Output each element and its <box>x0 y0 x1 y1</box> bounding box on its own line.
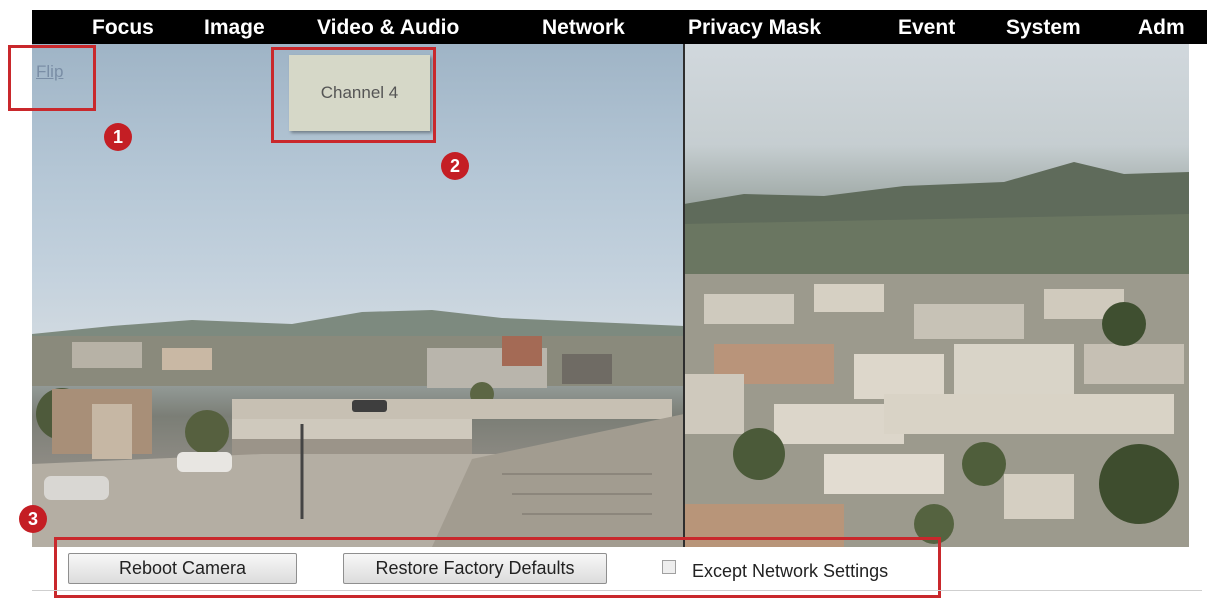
bottom-divider <box>32 590 1202 591</box>
restore-factory-defaults-label: Restore Factory Defaults <box>375 558 575 578</box>
callout-badge-3: 3 <box>19 505 47 533</box>
restore-factory-defaults-button[interactable]: Restore Factory Defaults <box>343 553 607 584</box>
reboot-camera-button[interactable]: Reboot Camera <box>68 553 297 584</box>
nav-item-admin[interactable]: Adm <box>1138 16 1185 40</box>
except-network-settings-checkbox[interactable] <box>662 560 676 574</box>
nav-item-event[interactable]: Event <box>898 16 955 40</box>
callout-badge-2: 2 <box>441 152 469 180</box>
flip-callout-box <box>8 45 96 111</box>
nav-item-image[interactable]: Image <box>204 16 265 40</box>
except-network-settings-label: Except Network Settings <box>692 561 889 581</box>
nav-item-privacy-mask[interactable]: Privacy Mask <box>688 16 821 40</box>
reboot-camera-label: Reboot Camera <box>118 558 247 578</box>
channel-callout-box <box>271 47 436 143</box>
nav-item-system[interactable]: System <box>1006 16 1081 40</box>
video-scene-right <box>684 162 1189 547</box>
nav-item-network[interactable]: Network <box>542 16 625 40</box>
nav-item-video-audio[interactable]: Video & Audio <box>317 16 459 40</box>
nav-item-focus[interactable]: Focus <box>92 16 154 40</box>
callout-badge-1: 1 <box>104 123 132 151</box>
pane-divider <box>683 44 685 547</box>
video-pane-right <box>684 44 1189 547</box>
top-nav-bar: Focus Image Video & Audio Network Privac… <box>32 10 1207 44</box>
